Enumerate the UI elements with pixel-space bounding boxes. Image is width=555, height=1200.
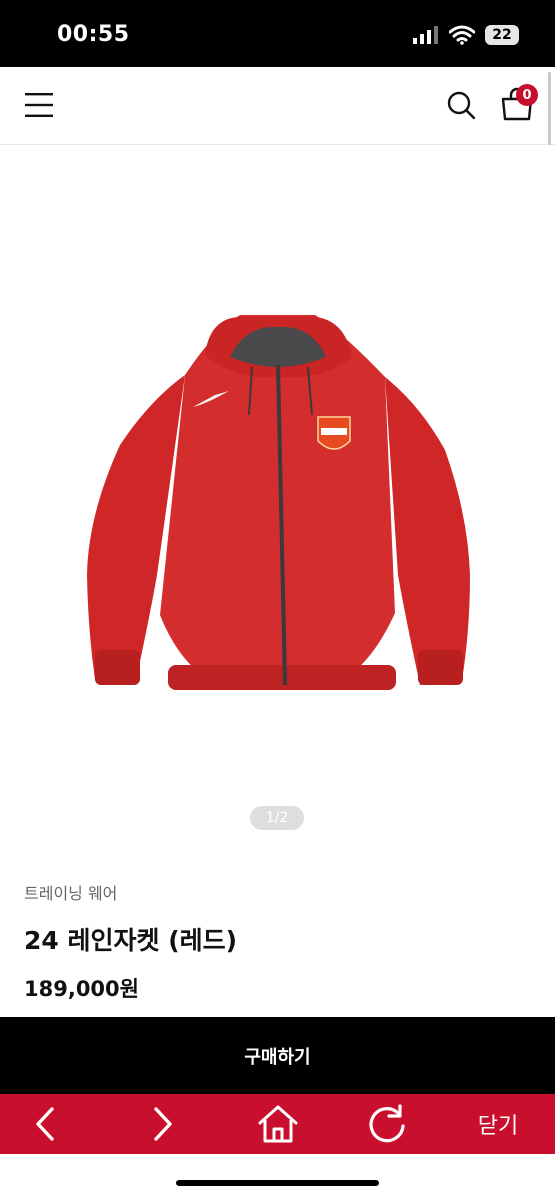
product-category[interactable]: 트레이닝 웨어 (24, 880, 117, 904)
status-bar: 00:55 22 (0, 0, 555, 67)
search-icon[interactable] (447, 91, 475, 119)
close-button[interactable]: 닫기 (466, 1094, 530, 1154)
battery-indicator: 22 (485, 25, 519, 45)
refresh-icon (369, 1104, 405, 1143)
app-header (0, 67, 555, 145)
product-title: 24 레인자켓 (레드) (24, 926, 238, 955)
home-button[interactable] (253, 1094, 303, 1154)
close-label: 닫기 (477, 1114, 519, 1139)
cart-count-badge: 0 (516, 84, 538, 106)
product-image[interactable] (0, 145, 555, 845)
jacket-image (87, 315, 470, 690)
menu-icon[interactable] (25, 92, 53, 118)
wifi-icon (449, 25, 475, 45)
status-icons: 22 (413, 25, 519, 45)
buy-button[interactable]: 구매하기 (0, 1017, 555, 1094)
image-pager: 1/2 (250, 806, 304, 830)
back-button[interactable] (20, 1094, 70, 1154)
refresh-button[interactable] (362, 1094, 412, 1154)
product-price: 189,000원 (24, 977, 139, 1001)
back-icon (36, 1107, 54, 1141)
bottom-safe-area (0, 1154, 555, 1200)
status-time: 00:55 (57, 22, 130, 47)
forward-icon (154, 1107, 172, 1141)
browser-toolbar: 닫기 (0, 1094, 555, 1154)
signal-icon (413, 26, 438, 44)
home-indicator[interactable] (176, 1180, 379, 1186)
forward-button[interactable] (138, 1094, 188, 1154)
home-icon (258, 1105, 298, 1143)
